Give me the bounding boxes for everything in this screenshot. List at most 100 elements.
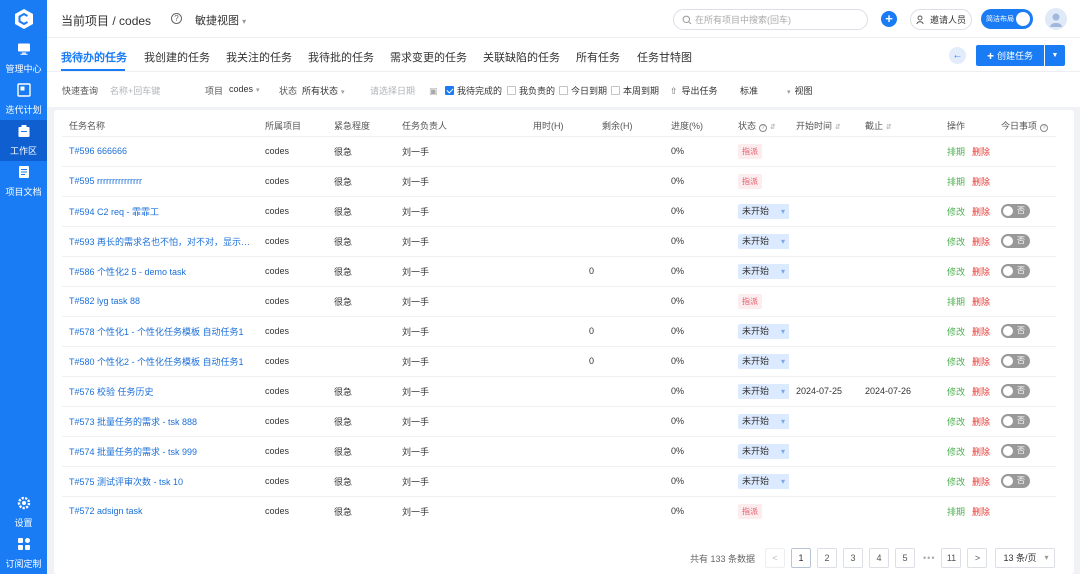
schedule-button[interactable]: 排期 [947, 507, 965, 517]
page-4[interactable]: 4 [869, 548, 890, 568]
status-select[interactable]: 未开始 [738, 263, 789, 279]
schedule-button[interactable]: 排期 [947, 147, 965, 157]
edit-button[interactable]: 修改 [947, 417, 965, 427]
prev-page-button[interactable]: < [765, 548, 786, 568]
back-button[interactable]: ← [949, 47, 966, 64]
sidebar-item-workspace[interactable]: 工作区 [0, 120, 47, 161]
status-select[interactable]: 未开始 [738, 203, 789, 219]
tab-6[interactable]: 关联缺陷的任务 [483, 49, 560, 65]
delete-button[interactable]: 删除 [972, 207, 990, 217]
delete-button[interactable]: 删除 [972, 327, 990, 337]
help-icon[interactable]: ? [1040, 123, 1049, 132]
chk-week[interactable]: 本周到期 [611, 84, 659, 97]
today-toggle[interactable]: 否 [1001, 204, 1030, 218]
edit-button[interactable]: 修改 [947, 327, 965, 337]
delete-button[interactable]: 删除 [972, 297, 990, 307]
status-select[interactable]: 未开始 [738, 323, 789, 339]
global-search[interactable]: 在所有项目中搜索(回车) [673, 9, 868, 30]
layout-toggle[interactable]: 简洁布局 [981, 9, 1033, 29]
edit-button[interactable]: 修改 [947, 447, 965, 457]
edit-button[interactable]: 修改 [947, 237, 965, 247]
task-name-link[interactable]: T#595 rrrrrrrrrrrrrrr [62, 165, 258, 196]
date-picker[interactable]: 请选择日期 ▣ [370, 84, 438, 97]
task-name-link[interactable]: T#575 测试评审次数 - tsk 10 [62, 465, 258, 496]
chk-mine[interactable]: 我负责的 [507, 84, 555, 97]
project-breadcrumb[interactable]: 当前项目 / codes [61, 12, 151, 29]
delete-button[interactable]: 删除 [972, 507, 990, 517]
task-name-link[interactable]: T#574 批量任务的需求 - tsk 999 [62, 435, 258, 466]
task-name-link[interactable]: T#582 lyg task 88 [62, 285, 258, 316]
page-ellipsis[interactable]: ••• [923, 553, 935, 563]
today-toggle[interactable]: 否 [1001, 234, 1030, 248]
delete-button[interactable]: 删除 [972, 477, 990, 487]
sidebar-item-iteration[interactable]: 迭代计划 [0, 79, 47, 120]
status-select[interactable]: 未开始 [738, 383, 789, 399]
task-name-link[interactable]: T#578 个性化1 - 个性化任务模板 自动任务1 [62, 315, 258, 346]
create-task-button[interactable]: + 创建任务 [976, 45, 1044, 66]
view-switch[interactable]: 敏捷视图 ▾ [195, 12, 246, 28]
help-icon[interactable]: ? [171, 13, 182, 24]
next-page-button[interactable]: > [967, 548, 988, 568]
assign-tag[interactable]: 指派 [738, 293, 762, 309]
task-name-link[interactable]: T#572 adsign task [62, 495, 258, 526]
export-button[interactable]: ⇧ 导出任务 [670, 84, 718, 97]
page-3[interactable]: 3 [843, 548, 864, 568]
task-name-link[interactable]: T#576 校验 任务历史 [62, 375, 258, 406]
task-name-link[interactable]: T#594 C2 req - 霏霏工 [62, 195, 258, 226]
status-select[interactable]: 未开始 [738, 473, 789, 489]
today-toggle[interactable]: 否 [1001, 444, 1030, 458]
col-due[interactable]: 截止 ⇵ [858, 115, 927, 136]
today-toggle[interactable]: 否 [1001, 354, 1030, 368]
sort-icon[interactable]: ⇵ [770, 124, 776, 131]
sidebar-item-monitor[interactable]: 管理中心 [0, 38, 47, 79]
project-filter-select[interactable]: codes ▾ [229, 84, 260, 94]
sidebar-item-document[interactable]: 项目文档 [0, 161, 47, 202]
status-select[interactable]: 未开始 [738, 413, 789, 429]
edit-button[interactable]: 修改 [947, 267, 965, 277]
tab-2[interactable]: 我创建的任务 [144, 49, 210, 65]
delete-button[interactable]: 删除 [972, 387, 990, 397]
task-name-link[interactable]: T#580 个性化2 - 个性化任务模板 自动任务1 [62, 345, 258, 376]
delete-button[interactable]: 删除 [972, 267, 990, 277]
page-5[interactable]: 5 [895, 548, 916, 568]
invite-button[interactable]: 邀请人员 [910, 9, 972, 30]
task-name-link[interactable]: T#573 批量任务的需求 - tsk 888 [62, 405, 258, 436]
task-name-link[interactable]: T#596 666666 [62, 135, 258, 166]
tab-4[interactable]: 我待批的任务 [308, 49, 374, 65]
create-task-dropdown[interactable]: ▼ [1045, 45, 1065, 66]
delete-button[interactable]: 删除 [972, 177, 990, 187]
delete-button[interactable]: 删除 [972, 237, 990, 247]
today-toggle[interactable]: 否 [1001, 324, 1030, 338]
today-toggle[interactable]: 否 [1001, 414, 1030, 428]
assign-tag[interactable]: 指派 [738, 173, 762, 189]
task-name-link[interactable]: T#593 再长的需求名也不怕，对不对，显示完整 [62, 225, 258, 256]
tab-1[interactable]: 我待办的任务 [61, 49, 127, 65]
task-name-link[interactable]: T#586 个性化2 5 - demo task [62, 255, 258, 286]
chk-today[interactable]: 今日到期 [559, 84, 607, 97]
edit-button[interactable]: 修改 [947, 357, 965, 367]
assign-tag[interactable]: 指派 [738, 143, 762, 159]
page-size-select[interactable]: 13 条/页 [995, 548, 1056, 568]
schedule-button[interactable]: 排期 [947, 177, 965, 187]
delete-button[interactable]: 删除 [972, 417, 990, 427]
edit-button[interactable]: 修改 [947, 477, 965, 487]
tab-8[interactable]: 任务甘特图 [637, 49, 692, 65]
col-start[interactable]: 开始时间 ⇵ [789, 115, 858, 136]
page-1[interactable]: 1 [791, 548, 812, 568]
today-toggle[interactable]: 否 [1001, 264, 1030, 278]
sidebar-item-gear[interactable]: 设置 [0, 492, 47, 533]
sidebar-item-grid[interactable]: 订阅定制 [0, 533, 47, 574]
help-icon[interactable]: ? [759, 123, 768, 132]
tab-3[interactable]: 我关注的任务 [226, 49, 292, 65]
view-select[interactable]: ▾ 视图 [784, 84, 813, 97]
assign-tag[interactable]: 指派 [738, 503, 762, 519]
app-logo[interactable] [0, 0, 47, 38]
today-toggle[interactable]: 否 [1001, 384, 1030, 398]
quick-search-input[interactable]: 名称+回车键 [110, 84, 160, 97]
today-toggle[interactable]: 否 [1001, 474, 1030, 488]
page-2[interactable]: 2 [817, 548, 838, 568]
edit-button[interactable]: 修改 [947, 387, 965, 397]
page-last[interactable]: 11 [941, 548, 962, 568]
tab-5[interactable]: 需求变更的任务 [390, 49, 467, 65]
standard-view-select[interactable]: 标准 [740, 84, 758, 97]
